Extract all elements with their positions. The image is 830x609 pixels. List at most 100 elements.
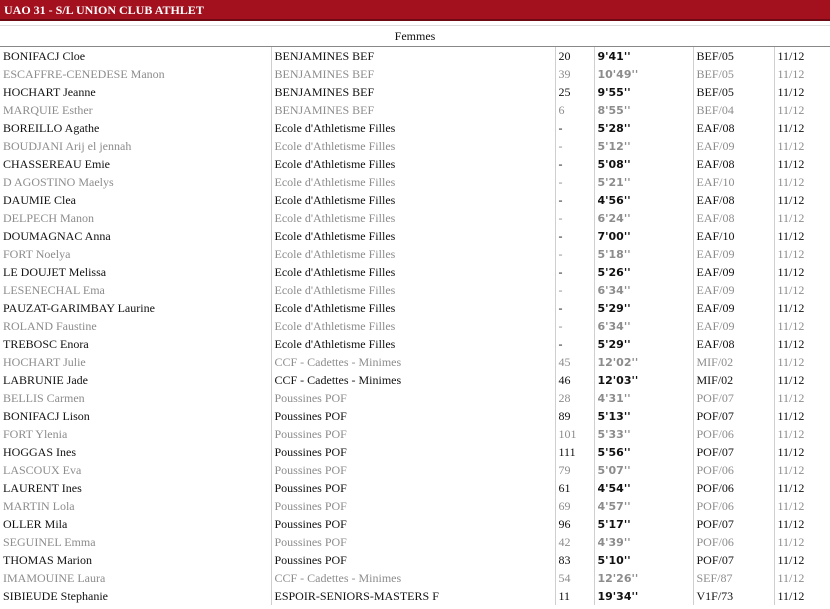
- date: 11/12: [773, 497, 830, 515]
- table-row: SEGUINEL Emma Poussines POF 42 4'39'' POF/06…: [0, 533, 830, 551]
- athlete-name: LASCOUX Eva: [3, 462, 82, 477]
- class-rank: EAF/08: [692, 119, 774, 137]
- performance: 5'29'': [593, 299, 693, 317]
- table-row: LE DOUJET Melissa Ecole d'Athletisme Fill…: [0, 263, 830, 281]
- bib-number: 61: [554, 479, 594, 497]
- athlete-name: CHASSEREAU Emie: [3, 156, 111, 171]
- performance: 6'24'': [593, 209, 693, 227]
- athlete-name: DOUMAGNAC Anna: [3, 228, 111, 243]
- bib-number: -: [554, 191, 594, 209]
- category: BENJAMINES BEF: [270, 65, 555, 83]
- date: 11/12: [773, 533, 830, 551]
- performance: 9'41'': [593, 47, 693, 65]
- athlete-name: SEGUINEL Emma: [3, 534, 96, 549]
- class-rank: EAF/09: [692, 245, 774, 263]
- date: 11/12: [773, 191, 830, 209]
- category: Poussines POF: [270, 425, 555, 443]
- class-rank: EAF/09: [692, 299, 774, 317]
- performance: 5'56'': [593, 443, 693, 461]
- category: Ecole d'Athletisme Filles: [270, 281, 555, 299]
- category: Ecole d'Athletisme Filles: [270, 155, 555, 173]
- bib-number: 79: [554, 461, 594, 479]
- table-row: BONIFACJ Lison Poussines POF 89 5'13'' POF/0…: [0, 407, 830, 425]
- table-row: ESCAFFRE-CENEDESE Manon BENJAMINES BEF 39 1…: [0, 65, 830, 83]
- bib-number: 45: [554, 353, 594, 371]
- date: 11/12: [773, 101, 830, 119]
- athlete-name: FORT Ylenia: [3, 426, 68, 441]
- class-rank: POF/06: [692, 461, 774, 479]
- date: 11/12: [773, 281, 830, 299]
- bib-number: -: [554, 281, 594, 299]
- table-row: BONIFACJ Cloe BENJAMINES BEF 20 9'41'' BEF/0…: [0, 47, 830, 65]
- date: 11/12: [773, 335, 830, 353]
- date: 11/12: [773, 515, 830, 533]
- table-row: MARQUIE Esther BENJAMINES BEF 6 8'55'' BEF/0…: [0, 101, 830, 119]
- category: Ecole d'Athletisme Filles: [270, 209, 555, 227]
- section-title: Femmes: [0, 25, 830, 47]
- bib-number: -: [554, 155, 594, 173]
- results-table: BONIFACJ Cloe BENJAMINES BEF 20 9'41'' BEF/0…: [0, 47, 830, 605]
- date: 11/12: [773, 47, 830, 65]
- performance: 5'18'': [593, 245, 693, 263]
- table-row: THOMAS Marion Poussines POF 83 5'10'' POF/07…: [0, 551, 830, 569]
- performance: 4'54'': [593, 479, 693, 497]
- performance: 4'39'': [593, 533, 693, 551]
- performance: 12'02'': [593, 353, 693, 371]
- date: 11/12: [773, 407, 830, 425]
- athlete-name: DAUMIE Clea: [3, 192, 76, 207]
- performance: 5'33'': [593, 425, 693, 443]
- bib-number: -: [554, 335, 594, 353]
- class-rank: POF/07: [692, 551, 774, 569]
- table-row: FORT Noelya Ecole d'Athletisme Filles -5'1…: [0, 245, 830, 263]
- category: Ecole d'Athletisme Filles: [270, 119, 555, 137]
- athlete-name: SIBIEUDE Stephanie: [3, 588, 108, 603]
- category: CCF - Cadettes - Minimes: [270, 353, 555, 371]
- category: Poussines POF: [270, 461, 555, 479]
- athlete-name: BONIFACJ Cloe: [3, 48, 86, 63]
- performance: 4'31'': [593, 389, 693, 407]
- bib-number: -: [554, 317, 594, 335]
- category: Poussines POF: [270, 389, 555, 407]
- category: Poussines POF: [270, 515, 555, 533]
- bib-number: -: [554, 173, 594, 191]
- performance: 5'12'': [593, 137, 693, 155]
- class-rank: EAF/08: [692, 155, 774, 173]
- category: Ecole d'Athletisme Filles: [270, 137, 555, 155]
- table-row: D AGOSTINO Maelys Ecole d'Athletisme Fill…: [0, 173, 830, 191]
- bib-number: 20: [554, 47, 594, 65]
- bib-number: 6: [554, 101, 594, 119]
- performance: 5'26'': [593, 263, 693, 281]
- table-row: FORT Ylenia Poussines POF 101 5'33'' POF/06 1…: [0, 425, 830, 443]
- class-rank: POF/07: [692, 389, 774, 407]
- category: Poussines POF: [270, 533, 555, 551]
- date: 11/12: [773, 155, 830, 173]
- performance: 4'56'': [593, 191, 693, 209]
- bib-number: 69: [554, 497, 594, 515]
- date: 11/12: [773, 299, 830, 317]
- table-row: MARTIN Lola Poussines POF 69 4'57'' POF/06 11…: [0, 497, 830, 515]
- category: Poussines POF: [270, 443, 555, 461]
- class-rank: EAF/09: [692, 317, 774, 335]
- table-row: PAUZAT-GARIMBAY Laurine Ecole d'Athletism…: [0, 299, 830, 317]
- performance: 5'08'': [593, 155, 693, 173]
- table-row: BOREILLO Agathe Ecole d'Athletisme Filles…: [0, 119, 830, 137]
- class-rank: POF/06: [692, 533, 774, 551]
- athlete-name: HOGGAS Ines: [3, 444, 76, 459]
- bib-number: 28: [554, 389, 594, 407]
- table-row: LAURENT Ines Poussines POF 61 4'54'' POF/06 1…: [0, 479, 830, 497]
- date: 11/12: [773, 479, 830, 497]
- performance: 12'03'': [593, 371, 693, 389]
- date: 11/12: [773, 443, 830, 461]
- category: BENJAMINES BEF: [270, 101, 555, 119]
- bib-number: 42: [554, 533, 594, 551]
- date: 11/12: [773, 119, 830, 137]
- performance: 8'55'': [593, 101, 693, 119]
- performance: 6'34'': [593, 317, 693, 335]
- performance: 5'21'': [593, 173, 693, 191]
- class-rank: MIF/02: [692, 371, 774, 389]
- performance: 12'26'': [593, 569, 693, 587]
- athlete-name: TREBOSC Enora: [3, 336, 89, 351]
- table-row: DELPECH Manon Ecole d'Athletisme Filles -6…: [0, 209, 830, 227]
- date: 11/12: [773, 245, 830, 263]
- table-row: HOCHART Julie CCF - Cadettes - Minimes 45 1…: [0, 353, 830, 371]
